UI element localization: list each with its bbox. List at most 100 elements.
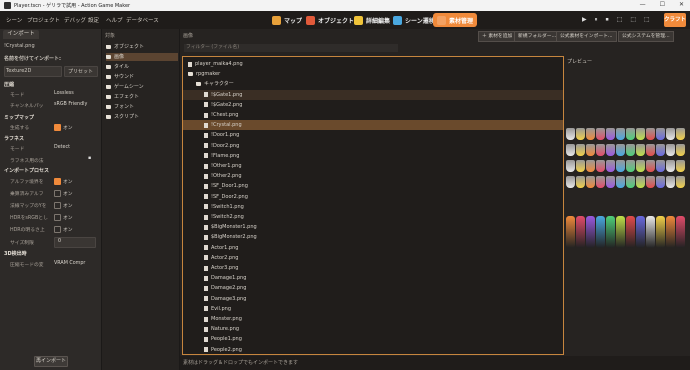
nav-asset-manager-button[interactable]: 素材管理: [433, 13, 478, 27]
stop-icon[interactable]: ⏹: [606, 16, 609, 24]
menu-help[interactable]: ヘルプ: [106, 16, 123, 24]
tree-file-row[interactable]: Actor1.png: [183, 243, 563, 253]
section-import-process[interactable]: インポートプロセス: [4, 167, 49, 174]
minimize-icon[interactable]: —: [640, 1, 646, 8]
tree-file-row[interactable]: Nature.png: [183, 324, 563, 334]
compress-mode-value[interactable]: Lossless: [54, 91, 74, 96]
crystal-sprite: [606, 160, 615, 172]
run-custom-icon[interactable]: ⬚: [630, 16, 636, 24]
tree-file-row[interactable]: $BigMonster2.png: [183, 232, 563, 242]
add-asset-button[interactable]: ＋ 素材を追加: [478, 31, 517, 42]
channel-pack-value[interactable]: sRGB Friendly: [54, 102, 87, 107]
menu-scene[interactable]: シーン: [6, 16, 22, 24]
tree-file-row[interactable]: !Door1.png: [183, 130, 563, 140]
crystal-sprite: [646, 176, 655, 188]
section-3d-detect[interactable]: 3D検出時: [4, 250, 27, 257]
nav-detail-edit-button[interactable]: 詳細編集: [350, 13, 394, 27]
process-row-label: HDRをsRGBとし: [10, 216, 48, 221]
tree-file-row[interactable]: People2.png: [183, 345, 563, 354]
tree-file-row[interactable]: Damage1.png: [183, 273, 563, 283]
image-file-icon: [204, 245, 208, 251]
section-compress[interactable]: 圧縮: [4, 81, 14, 88]
mipmap-generate-checkbox[interactable]: [54, 124, 61, 131]
tree-file-row[interactable]: Actor2.png: [183, 253, 563, 263]
folder-item[interactable]: ゲームシーン: [106, 83, 178, 91]
folder-item[interactable]: サウンド: [106, 73, 178, 81]
tree-file-row[interactable]: Damage3.png: [183, 294, 563, 304]
process-row-checkbox[interactable]: [54, 178, 61, 185]
reimport-button[interactable]: 再インポート: [34, 356, 68, 367]
folder-item[interactable]: エフェクト: [106, 93, 178, 101]
tree-file-row[interactable]: People1.png: [183, 334, 563, 344]
menu-debug[interactable]: デバッグ: [64, 16, 86, 24]
tree-file-row[interactable]: !$Gate2.png: [183, 100, 563, 110]
crystal-sprite: [596, 144, 605, 156]
filter-input[interactable]: フィルター (ファイル名): [184, 44, 398, 52]
tree-file-row[interactable]: Actor3.png: [183, 263, 563, 273]
tree-file-row[interactable]: !Door2.png: [183, 141, 563, 151]
image-file-icon: [204, 275, 208, 281]
folder-item[interactable]: フォント: [106, 103, 178, 111]
crystal-sprite: [666, 216, 675, 248]
movie-icon[interactable]: ⬚: [644, 16, 650, 24]
craft-button[interactable]: クラフト: [664, 13, 686, 27]
tree-file-row[interactable]: !Flame.png: [183, 151, 563, 161]
crystal-sprite: [656, 176, 665, 188]
menu-database[interactable]: データベース: [126, 16, 159, 24]
process-row-checkbox[interactable]: [54, 202, 61, 209]
tree-file-row[interactable]: !Switch2.png: [183, 212, 563, 222]
process-row-checkbox[interactable]: [54, 214, 61, 221]
pause-icon[interactable]: ⏸: [595, 16, 598, 24]
tree-file-row[interactable]: !SF_Door2.png: [183, 192, 563, 202]
folder-item[interactable]: オブジェクト: [106, 43, 178, 51]
nav-map-button[interactable]: マップ: [268, 13, 306, 27]
roughness-mode-value[interactable]: Detect: [54, 145, 70, 150]
tree-file-row[interactable]: Monster.png: [183, 314, 563, 324]
tree-file-row[interactable]: !SF_Door1.png: [183, 181, 563, 191]
nav-scene-transition-button[interactable]: シーン遷移: [389, 13, 439, 27]
play-icon[interactable]: ▶: [582, 16, 587, 24]
compress-mode-change-value[interactable]: VRAM Compr: [54, 261, 85, 266]
run-scene-icon[interactable]: ⬚: [617, 16, 623, 24]
window-title: Player.tscn - ゲリラで試用 - Action Game Maker: [14, 3, 131, 9]
crystal-sprite: [626, 128, 635, 140]
crystal-sprite: [656, 128, 665, 140]
process-row-checkbox[interactable]: [54, 226, 61, 233]
file-picker-icon[interactable]: ▪: [88, 156, 91, 161]
tree-file-row[interactable]: !Other2.png: [183, 171, 563, 181]
tree-folder-row[interactable]: rpgmaker: [183, 69, 563, 79]
tree-file-row[interactable]: Damage2.png: [183, 283, 563, 293]
maximize-icon[interactable]: ☐: [660, 1, 665, 8]
tree-file-row[interactable]: !Crystal.png: [183, 120, 563, 131]
tree-file-row[interactable]: Evil.png: [183, 304, 563, 314]
map-icon: [272, 15, 281, 25]
image-file-icon: [204, 347, 208, 353]
tree-file-row[interactable]: !Other1.png: [183, 161, 563, 171]
tree-row-label: rpgmaker: [196, 71, 221, 78]
section-mipmap[interactable]: ミップマップ: [4, 114, 34, 121]
tree-file-row[interactable]: !$Gate1.png: [183, 89, 563, 100]
tree-file-row[interactable]: $BigMonster1.png: [183, 222, 563, 232]
menu-settings[interactable]: 設定: [88, 16, 99, 24]
tree-row-label: !Chest.png: [211, 112, 239, 118]
tab-import[interactable]: インポート: [3, 30, 39, 39]
section-roughness[interactable]: ラフネス: [4, 135, 24, 142]
new-folder-button[interactable]: 新規フォルダー...: [514, 31, 561, 42]
tree-folder-row[interactable]: キャラクター: [183, 79, 563, 89]
tree-file-row[interactable]: !Switch1.png: [183, 202, 563, 212]
folder-item[interactable]: 画像: [106, 53, 178, 61]
manage-official-button[interactable]: 公式システムを管理...: [618, 31, 674, 42]
folder-item[interactable]: スクリプト: [106, 113, 178, 121]
import-official-button[interactable]: 公式素材をインポート...: [556, 31, 617, 42]
tree-file-row[interactable]: player_maika4.png: [183, 59, 563, 69]
roughness-src-label: ラフネス用の法: [10, 159, 44, 164]
folder-item[interactable]: タイル: [106, 63, 178, 71]
menu-project[interactable]: プロジェクト: [27, 16, 60, 24]
crystal-sprite: [606, 216, 615, 248]
tree-file-row[interactable]: !Chest.png: [183, 110, 563, 120]
process-row-checkbox[interactable]: [54, 190, 61, 197]
close-icon[interactable]: ✕: [679, 1, 684, 8]
crystal-sprite: [626, 176, 635, 188]
crystal-sprite: [646, 144, 655, 156]
image-file-icon: [204, 326, 208, 332]
